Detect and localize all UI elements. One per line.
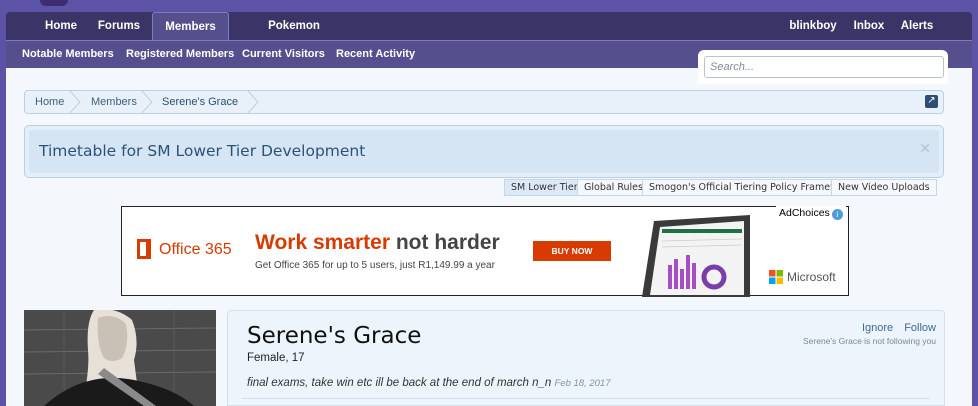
tablet-illustration xyxy=(642,215,750,297)
buy-now-button[interactable]: BUY NOW xyxy=(533,241,611,261)
inbox-link[interactable]: Inbox xyxy=(850,12,888,40)
profile-actions: Ignore Follow xyxy=(854,322,936,334)
ad-subtext: Get Office 365 for up to 5 users, just R… xyxy=(255,260,495,271)
breadcrumb-separator-icon xyxy=(69,91,81,113)
ad-partner: Microsoft xyxy=(787,270,836,284)
subnav-current-visitors[interactable]: Current Visitors xyxy=(242,41,325,68)
breadcrumb-separator-icon xyxy=(247,91,259,113)
jump-to-page-icon[interactable]: ↗ xyxy=(925,95,938,108)
status-date[interactable]: Feb 18, 2017 xyxy=(554,378,610,389)
subnav-recent-activity[interactable]: Recent Activity xyxy=(336,41,415,68)
office-logo-icon xyxy=(137,239,151,259)
ad-headline-highlight: Work smarter xyxy=(255,231,391,254)
close-icon[interactable]: ✕ xyxy=(919,140,931,157)
ignore-link[interactable]: Ignore xyxy=(862,322,893,334)
profile-status-message: final exams, take win etc ill be back at… xyxy=(247,377,610,389)
adchoices-link[interactable]: AdChoices i xyxy=(776,206,846,221)
notice-title[interactable]: Timetable for SM Lower Tier Development xyxy=(39,142,365,160)
divider xyxy=(242,398,930,399)
nav-tab-pokemon-showdown[interactable]: Pokemon Showdown xyxy=(239,12,349,60)
microsoft-logo-icon xyxy=(769,270,783,284)
ad-headline-rest: not harder xyxy=(395,231,500,254)
breadcrumb-current[interactable]: Serene's Grace xyxy=(162,91,238,113)
avatar[interactable] xyxy=(24,310,216,406)
notice-tab-global-rules[interactable]: Global Rules xyxy=(577,179,650,196)
notice-tab-tiering-policy[interactable]: Smogon's Official Tiering Policy Framewo… xyxy=(642,179,861,196)
profile-user-info: Female, 17 xyxy=(247,352,305,364)
follow-link[interactable]: Follow xyxy=(904,322,936,334)
nav-tab-forums[interactable]: Forums xyxy=(96,12,142,40)
user-menu-username[interactable]: blinkboy xyxy=(788,12,838,40)
nav-tab-members[interactable]: Members xyxy=(152,12,229,41)
follow-status-note: Serene's Grace is not following you xyxy=(803,336,936,346)
profile-header: Serene's Grace Female, 17 final exams, t… xyxy=(227,310,945,406)
advertisement-banner[interactable]: Office 365 Work smarter not harder Get O… xyxy=(121,206,849,297)
subnav-notable-members[interactable]: Notable Members xyxy=(22,41,114,68)
ad-brand: Office 365 xyxy=(159,241,232,258)
notice-tab-new-video-uploads[interactable]: New Video Uploads xyxy=(831,179,937,196)
breadcrumb: Home Members Serene's Grace ↗ xyxy=(24,90,944,114)
nav-tab-home[interactable]: Home xyxy=(40,12,82,40)
notice-body: Timetable for SM Lower Tier Development … xyxy=(29,130,939,173)
site-logo-corner xyxy=(40,0,68,6)
ad-headline: Work smarter not harder xyxy=(255,231,500,255)
breadcrumb-home[interactable]: Home xyxy=(35,91,64,113)
breadcrumb-members[interactable]: Members xyxy=(91,91,137,113)
avatar-photo xyxy=(24,310,216,406)
status-text: final exams, take win etc ill be back at… xyxy=(247,377,552,389)
top-navigation: Home Forums Members Pokemon Showdown bli… xyxy=(6,12,972,60)
info-icon: i xyxy=(831,209,843,220)
adchoices-label: AdChoices xyxy=(779,207,830,219)
notice-banner: Timetable for SM Lower Tier Development … xyxy=(24,125,944,178)
search-input[interactable]: Search... xyxy=(704,56,944,78)
alerts-link[interactable]: Alerts xyxy=(898,12,936,40)
subnav-registered-members[interactable]: Registered Members xyxy=(126,41,234,68)
notice-tabs: SM Lower Tiers Global Rules Smogon's Off… xyxy=(504,179,937,196)
profile-username: Serene's Grace xyxy=(247,323,422,349)
search-container: Search... xyxy=(698,50,948,84)
breadcrumb-separator-icon xyxy=(141,91,153,113)
